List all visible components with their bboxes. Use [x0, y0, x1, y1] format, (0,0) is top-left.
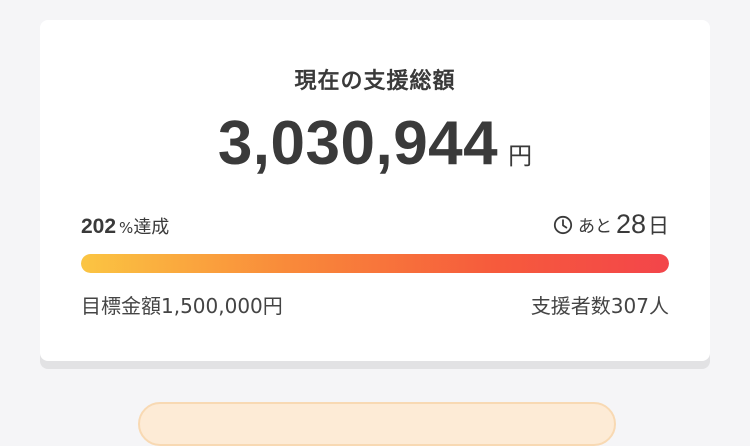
remaining-days: 28: [615, 209, 646, 239]
clock-icon: [553, 215, 573, 235]
achievement-label: 達成: [133, 217, 170, 238]
total-amount: 3,030,944 円: [40, 108, 710, 179]
currency-unit: 円: [508, 142, 533, 170]
card-title: 現在の支援総額: [294, 69, 456, 94]
supporter-count: 支援者数307人: [530, 294, 669, 318]
remaining-unit: 日: [648, 213, 669, 238]
percent-sign: %: [119, 219, 134, 237]
amount-value: 3,030,944: [217, 109, 499, 178]
achievement-rate: 202 %達成: [81, 213, 169, 239]
remaining-time: あと 28 日: [553, 209, 669, 240]
next-section-card: [138, 402, 616, 446]
achievement-percent: 202: [81, 215, 117, 238]
progress-bar: [81, 254, 669, 273]
remaining-prefix: あと: [577, 217, 612, 237]
funding-summary-card: 現在の支援総額 3,030,944 円 202 %達成 あと 28 日 目標金額1,…: [40, 20, 710, 361]
goal-amount: 目標金額1,500,000円: [81, 294, 283, 318]
progress-bar-fill: [81, 254, 669, 273]
